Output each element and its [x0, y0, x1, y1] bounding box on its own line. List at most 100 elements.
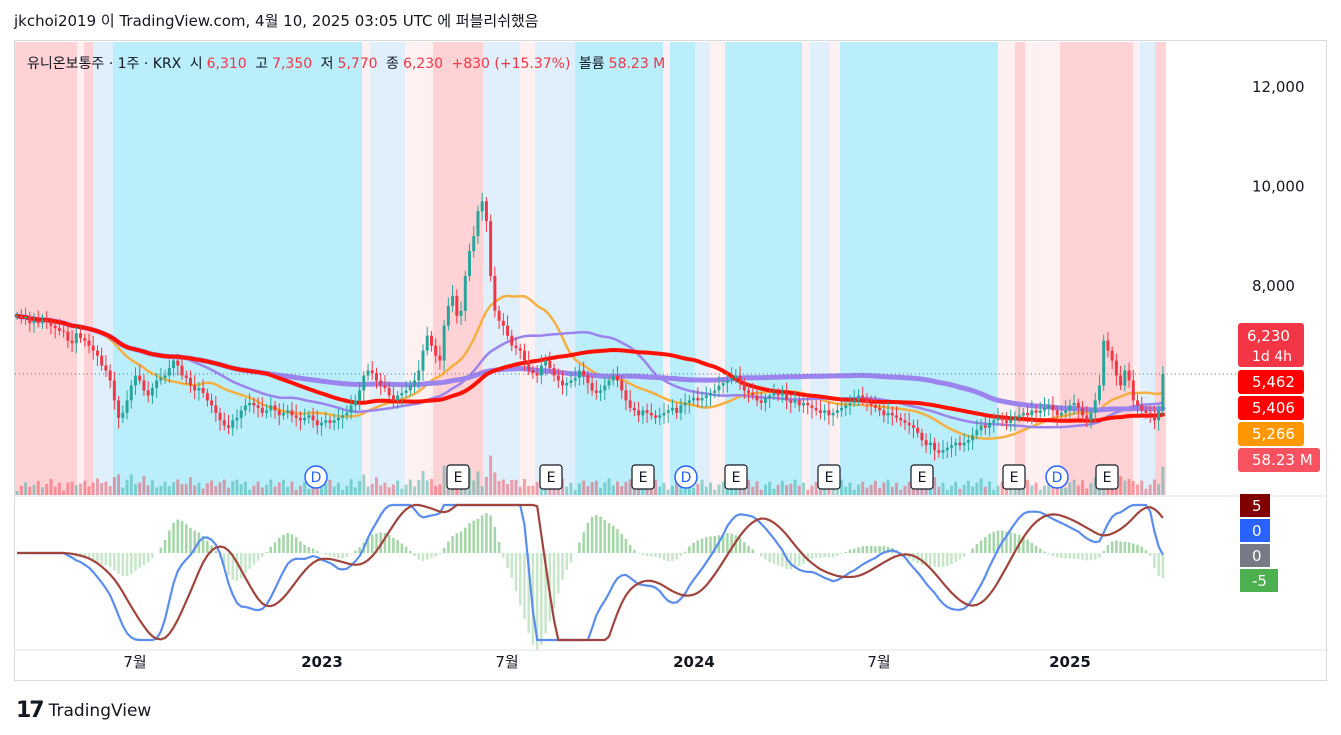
macd-histogram-bar — [345, 553, 349, 557]
volume-bar — [391, 484, 395, 495]
candle-body — [286, 410, 290, 413]
volume-bar — [611, 485, 615, 495]
volume-bar — [1148, 484, 1152, 495]
volume-bar — [1076, 485, 1080, 495]
candle-body — [19, 315, 23, 319]
candle-body — [489, 221, 493, 276]
volume-bar — [193, 485, 197, 495]
dividend-marker-label: D — [311, 470, 322, 486]
candle-body — [421, 350, 425, 371]
macd-histogram-bar — [1043, 551, 1046, 553]
candle-body — [497, 310, 501, 321]
macd-histogram-bar — [683, 551, 687, 553]
volume-bar — [387, 487, 391, 495]
macd-histogram-bar — [493, 526, 497, 553]
candle-body — [988, 422, 992, 428]
volume-bar — [15, 491, 19, 495]
candle-body — [620, 380, 624, 391]
volume-bar — [1136, 484, 1139, 495]
candle-body — [201, 387, 205, 393]
volume-bar — [573, 489, 577, 495]
candle-body — [895, 415, 899, 418]
volume-bar — [785, 485, 789, 495]
candle-body — [586, 375, 590, 383]
candle-body — [248, 402, 252, 406]
macd-histogram-bar — [497, 542, 501, 553]
macd-histogram-bar — [709, 536, 712, 553]
volume-bar — [104, 481, 108, 495]
volume-bar — [49, 479, 53, 495]
candle-body — [785, 392, 789, 401]
time-axis-label: 7월 — [123, 653, 146, 671]
candle-body — [996, 417, 1000, 421]
volume-bar — [670, 485, 674, 495]
macd-histogram-bar — [468, 523, 471, 553]
macd-histogram-bar — [738, 538, 742, 553]
candle-body — [413, 380, 417, 386]
macd-histogram-bar — [235, 553, 239, 581]
candle-body — [544, 360, 548, 366]
macd-histogram-bar — [869, 546, 873, 553]
candle-body — [142, 380, 146, 391]
volume-bar — [303, 481, 307, 495]
candle-body — [802, 402, 805, 406]
volume-bar — [91, 482, 95, 495]
candle-body — [434, 345, 438, 356]
macd-histogram-bar — [409, 550, 412, 553]
volume-bar — [848, 482, 852, 495]
symbol-legend[interactable]: 유니온보통주 · 1주 · KRX 시 6,310 고 7,350 저 5,770 종… — [27, 53, 669, 73]
volume-bar — [692, 487, 696, 495]
macd-histogram-bar — [227, 553, 230, 576]
macd-histogram-bar — [984, 537, 987, 553]
candle-body — [755, 395, 759, 401]
footer[interactable]: 𝟭𝟳 TradingView — [16, 698, 151, 723]
volume-bar — [497, 481, 501, 495]
volume-bar — [911, 488, 915, 495]
candle-body — [692, 397, 696, 401]
candle-body — [501, 320, 505, 326]
volume-bar — [971, 486, 975, 495]
macd-histogram-bar — [874, 546, 877, 553]
volume-value: 58.23 M — [608, 56, 666, 72]
candle-body — [138, 375, 142, 381]
earnings-marker-label: E — [639, 470, 648, 486]
candle-body — [451, 295, 455, 306]
candle-body — [844, 405, 848, 408]
volume-bar — [62, 490, 66, 495]
candle-body — [928, 442, 932, 446]
candle-body — [624, 390, 628, 401]
volume-bar — [265, 484, 269, 495]
volume-bar — [307, 488, 311, 495]
volume-bar — [1081, 480, 1085, 495]
macd-histogram-bar — [1009, 532, 1012, 553]
macd-histogram-bar — [645, 553, 649, 557]
candle-body — [772, 392, 776, 396]
price-label-text: 58.23 M — [1252, 451, 1313, 469]
candle-body — [62, 330, 66, 332]
macd-histogram-bar — [354, 550, 357, 553]
candle-body — [590, 382, 594, 391]
candle-body — [1127, 370, 1131, 381]
candle-body — [603, 385, 607, 391]
candle-body — [1089, 412, 1093, 421]
macd-histogram-bar — [180, 521, 184, 553]
volume-bar — [1157, 484, 1161, 495]
candle-body — [539, 365, 543, 376]
volume-bar — [518, 486, 522, 495]
background-band — [663, 42, 670, 495]
candle-body — [518, 348, 522, 351]
macd-histogram-bar — [442, 547, 446, 553]
price-chart[interactable]: 12,000 10,000 8,000 D E E E D E E E E D E 6,230 1d 4h 5,… — [0, 0, 1341, 735]
candle-body — [535, 373, 539, 376]
macd-histogram-bar — [261, 553, 264, 557]
macd-histogram-bar — [975, 543, 979, 553]
macd-histogram-bar — [485, 513, 488, 553]
macd-histogram-bar — [962, 553, 966, 557]
macd-histogram-bar — [1144, 550, 1148, 553]
earnings-marker-label: E — [825, 470, 834, 486]
volume-bar — [197, 482, 201, 495]
candle-body — [32, 320, 36, 324]
background-band — [84, 42, 93, 495]
candle-body — [298, 417, 302, 421]
volume-bar — [797, 485, 801, 495]
